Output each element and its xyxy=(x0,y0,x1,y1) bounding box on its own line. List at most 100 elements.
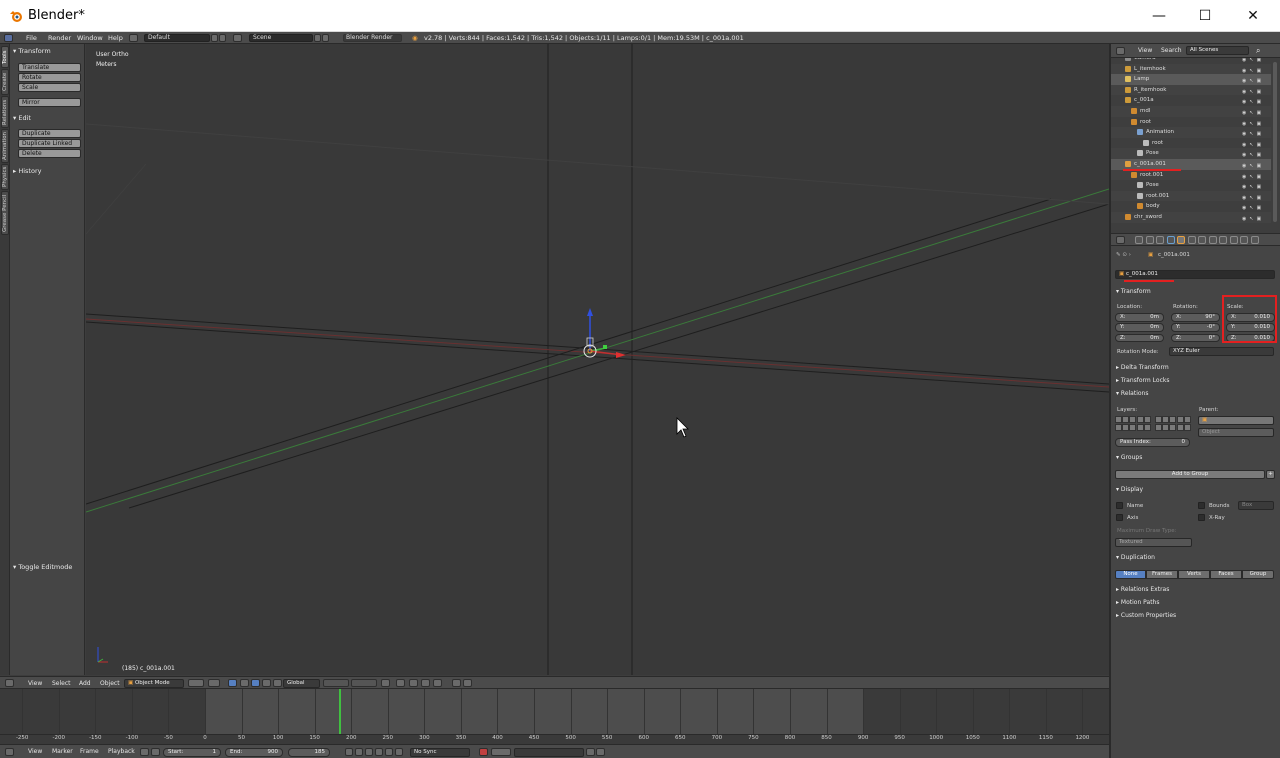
pin-icon[interactable]: ✎ ⊙ › xyxy=(1116,252,1131,258)
opengl-render-icon[interactable] xyxy=(433,679,442,687)
layer-button[interactable] xyxy=(1162,423,1170,431)
location-z-field[interactable]: Z: 0m xyxy=(1115,333,1164,343)
timeline-editor-icon[interactable] xyxy=(5,748,14,756)
snap-element-icon[interactable] xyxy=(421,679,430,687)
outliner-row[interactable]: chr_sword ◉↖▣ xyxy=(1111,212,1271,223)
layer-button[interactable] xyxy=(1129,423,1137,431)
layer-button[interactable] xyxy=(1115,423,1122,431)
view-menu[interactable]: View xyxy=(28,680,42,687)
frame-menu[interactable]: Frame xyxy=(80,748,99,755)
duplication-none-option[interactable]: None xyxy=(1115,570,1146,579)
outliner-view-menu[interactable]: View xyxy=(1138,47,1152,54)
duplicate-button[interactable]: Duplicate xyxy=(18,129,81,138)
duplication-group-option[interactable]: Group xyxy=(1242,570,1274,579)
outliner-row[interactable]: Animation ◉↖▣ xyxy=(1111,127,1271,138)
add-menu[interactable]: Add xyxy=(79,680,91,687)
object-tab-icon[interactable] xyxy=(1177,236,1185,244)
tab-physics[interactable]: Physics xyxy=(1,164,9,190)
timeline[interactable]: -250 -200 -150 -100 -50 0 50 100 150 200 250 300 350… xyxy=(0,689,1109,744)
duplication-frames-option[interactable]: Frames xyxy=(1146,570,1178,579)
lock-layers-icon[interactable] xyxy=(381,679,390,687)
visibility-icon[interactable]: ◉↖▣ xyxy=(1242,161,1270,169)
minimize-button[interactable]: — xyxy=(1136,0,1182,31)
jump-start-icon[interactable] xyxy=(345,748,353,756)
texture-tab-icon[interactable] xyxy=(1229,236,1238,244)
marker-menu[interactable]: Marker xyxy=(52,748,73,755)
max-draw-type-dropdown[interactable]: Textured xyxy=(1115,538,1192,547)
outliner-row[interactable]: Pose ◉↖▣ xyxy=(1111,148,1271,159)
duplication-faces-option[interactable]: Faces xyxy=(1210,570,1242,579)
remove-scene-icon[interactable] xyxy=(322,34,329,42)
layer-button[interactable] xyxy=(1129,416,1137,423)
layer-button[interactable] xyxy=(1155,423,1162,431)
3d-viewport[interactable]: User Ortho Meters (185) c_001a.001 xyxy=(86,44,1109,675)
display-header[interactable]: ▾ Display xyxy=(1116,486,1143,493)
transform-section-header[interactable]: ▾ Transform xyxy=(1116,288,1151,295)
rotation-mode-dropdown[interactable]: XYZ Euler xyxy=(1169,347,1274,356)
visibility-icon[interactable]: ◉↖▣ xyxy=(1242,58,1270,63)
outliner-row[interactable]: root ◉↖▣ xyxy=(1111,138,1271,149)
object-menu[interactable]: Object xyxy=(100,680,120,687)
prev-keyframe-icon[interactable] xyxy=(355,748,363,756)
visibility-icon[interactable]: ◉↖▣ xyxy=(1242,66,1270,74)
tab-relations[interactable]: Relations xyxy=(1,96,9,128)
jump-end-icon[interactable] xyxy=(395,748,403,756)
layer-button[interactable] xyxy=(1176,423,1184,431)
layer-button[interactable] xyxy=(1183,416,1191,423)
constraints-tab-icon[interactable] xyxy=(1187,236,1196,244)
outliner-row[interactable]: body ◉↖▣ xyxy=(1111,201,1271,212)
snap-icon[interactable] xyxy=(409,679,418,687)
rotate-button[interactable]: Rotate xyxy=(18,73,81,82)
orientation-dropdown[interactable]: Global xyxy=(283,679,320,688)
layers-tab-icon[interactable] xyxy=(1145,236,1154,244)
visibility-icon[interactable]: ◉↖▣ xyxy=(1242,193,1270,201)
outliner-row[interactable]: R_itemhook ◉↖▣ xyxy=(1111,84,1271,96)
outliner[interactable]: Camera ◉↖▣ L_itemhook ◉↖▣ Lamp ◉↖▣ R_itemhook ◉… xyxy=(1111,58,1280,230)
name-checkbox[interactable] xyxy=(1116,502,1123,509)
layout-field[interactable]: Default xyxy=(144,34,210,42)
layer-button[interactable] xyxy=(1136,416,1144,423)
next-keyframe-icon[interactable] xyxy=(385,748,393,756)
keying-set-field[interactable] xyxy=(514,748,584,757)
object-name-field[interactable]: ▣ c_001a.001 xyxy=(1115,270,1275,279)
location-y-field[interactable]: Y: 0m xyxy=(1115,323,1164,332)
preview-range-icon[interactable] xyxy=(140,748,149,756)
playback-menu[interactable]: Playback xyxy=(108,748,135,755)
remove-layout-icon[interactable] xyxy=(219,34,226,42)
delta-transform-header[interactable]: ▸ Delta Transform xyxy=(1116,364,1169,371)
outliner-row[interactable]: root.001 ◉↖▣ xyxy=(1111,190,1271,202)
mirror-button[interactable]: Mirror xyxy=(18,98,81,107)
toggle-editmode-panel[interactable]: ▾ Toggle Editmode xyxy=(13,563,72,571)
sync-dropdown[interactable]: No Sync xyxy=(410,748,470,757)
record-icon[interactable] xyxy=(479,748,488,756)
bounds-checkbox[interactable] xyxy=(1198,502,1205,509)
layer-button[interactable] xyxy=(1136,423,1144,431)
layout-icon[interactable] xyxy=(129,34,138,42)
duplication-header[interactable]: ▾ Duplication xyxy=(1116,554,1155,561)
visibility-icon[interactable]: ◉↖▣ xyxy=(1242,140,1270,148)
outliner-editor-icon[interactable] xyxy=(1116,47,1125,55)
delete-keyframe-icon[interactable] xyxy=(596,748,605,756)
end-frame-field[interactable]: End: 900 xyxy=(225,748,283,757)
layer-button[interactable] xyxy=(1143,416,1151,423)
transform-panel-header[interactable]: ▾ Transform xyxy=(13,47,51,55)
outliner-search-menu[interactable]: Search xyxy=(1161,47,1182,54)
menu-help[interactable]: Help xyxy=(108,33,123,43)
outliner-row[interactable]: Pose ◉↖▣ xyxy=(1111,180,1271,191)
3d-editor-type-icon[interactable] xyxy=(5,679,14,687)
modifiers-tab-icon[interactable] xyxy=(1198,236,1206,244)
current-frame-field[interactable]: 185 xyxy=(288,748,330,757)
layer-button[interactable] xyxy=(1155,416,1162,423)
particles-tab-icon[interactable] xyxy=(1240,236,1248,244)
layer-button[interactable] xyxy=(1115,416,1122,423)
visibility-icon[interactable]: ◉↖▣ xyxy=(1242,150,1270,158)
relations-extras-header[interactable]: ▸ Relations Extras xyxy=(1116,586,1169,593)
layer-button[interactable] xyxy=(1169,416,1177,423)
edit-panel-header[interactable]: ▾ Edit xyxy=(13,114,31,122)
scene-tab-icon[interactable] xyxy=(1156,236,1164,244)
tab-create[interactable]: Create xyxy=(1,69,9,95)
translate-manip-icon[interactable] xyxy=(240,679,249,687)
axis-checkbox[interactable] xyxy=(1116,514,1123,521)
rotation-z-field[interactable]: Z: 0° xyxy=(1171,333,1220,343)
material-tab-icon[interactable] xyxy=(1219,236,1227,244)
